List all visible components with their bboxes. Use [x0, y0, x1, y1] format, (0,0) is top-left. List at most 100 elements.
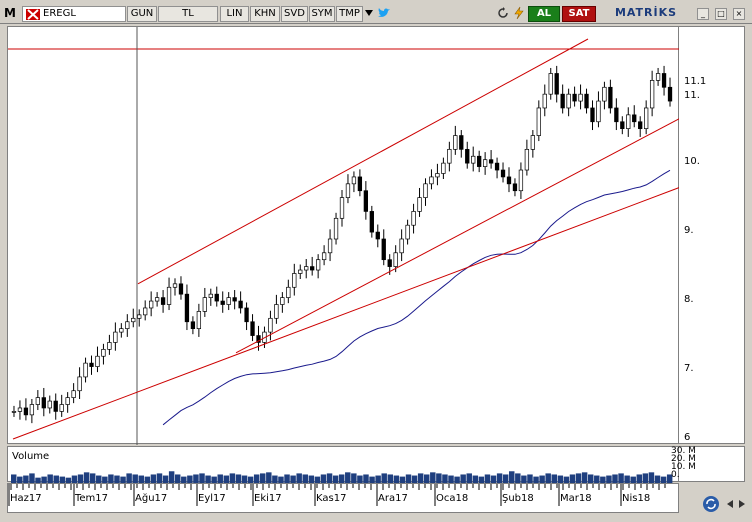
volume-bar	[521, 475, 527, 483]
scroll-left-icon[interactable]	[725, 498, 735, 510]
x-tick-label: Şub18	[502, 493, 534, 504]
brand-logo: MATRİKS	[614, 6, 678, 19]
candle-body	[399, 238, 404, 254]
scale-button[interactable]: LIN	[220, 6, 249, 22]
candle-body	[17, 407, 23, 412]
candle-body	[369, 211, 374, 233]
volume-bar	[132, 474, 138, 483]
candle-body	[614, 107, 619, 123]
volume-bar	[332, 475, 339, 483]
volume-bar	[648, 472, 655, 483]
refresh-icon[interactable]	[702, 495, 720, 513]
volume-bar	[618, 473, 624, 483]
volume-bar	[187, 475, 193, 483]
triangle-down-icon[interactable]	[363, 6, 375, 22]
candle-body	[417, 197, 422, 212]
volume-bar	[417, 473, 424, 483]
period-button[interactable]: GUN	[127, 6, 157, 22]
volume-bar	[229, 473, 236, 483]
y-tick-label: 11.	[684, 90, 700, 102]
volume-bar	[460, 474, 466, 483]
menu-button[interactable]: M	[2, 6, 18, 22]
candle-body	[602, 86, 607, 102]
candle-body	[524, 148, 530, 171]
candle-body	[29, 404, 35, 416]
candle-body	[500, 169, 506, 178]
svd-button[interactable]: SVD	[281, 6, 308, 22]
volume-bar	[193, 474, 199, 483]
refresh-icon[interactable]	[497, 6, 509, 22]
tmp-button[interactable]: TMP	[336, 6, 363, 22]
trend-line-2	[235, 117, 681, 354]
candle-body	[584, 93, 589, 109]
candle-body	[441, 162, 446, 174]
y-tick-label: 7.	[684, 363, 694, 375]
volume-bar	[260, 473, 266, 483]
volume-tick-label: 0.	[671, 470, 680, 480]
x-tick-label: Nis18	[622, 493, 651, 504]
volume-bar	[393, 475, 400, 483]
volume-bar	[594, 475, 600, 483]
buy-button[interactable]: AL	[528, 6, 560, 22]
volume-bar	[320, 474, 327, 483]
candle-body	[304, 266, 309, 271]
volume-bar	[387, 474, 394, 483]
candle-body	[131, 317, 136, 323]
symbol-field[interactable]: EREGL	[22, 6, 126, 22]
volume-bar	[71, 475, 78, 483]
candle-body	[202, 297, 207, 312]
volume-bar	[515, 473, 521, 483]
candle-body	[655, 73, 661, 81]
close-button[interactable]: ×	[733, 8, 745, 20]
candle-body	[596, 100, 601, 123]
minimize-button[interactable]: _	[697, 8, 709, 20]
candle-body	[405, 224, 410, 240]
volume-bar	[290, 475, 296, 483]
volume-bar	[162, 475, 169, 483]
candle-body	[351, 176, 357, 185]
volume-bar	[405, 474, 412, 483]
candle-body	[345, 183, 351, 198]
volume-chart[interactable]	[7, 446, 679, 483]
khn-button[interactable]: KHN	[250, 6, 280, 22]
y-tick-label: 8.	[684, 294, 694, 306]
candle-body	[268, 317, 273, 333]
volume-label: Volume	[12, 451, 50, 462]
candle-body	[280, 297, 285, 305]
candle-body	[667, 86, 673, 102]
volume-bar	[308, 475, 315, 483]
y-tick-label: 6	[684, 432, 691, 443]
volume-bar	[624, 475, 630, 483]
volume-bar	[448, 475, 454, 483]
sell-button[interactable]: SAT	[562, 6, 596, 22]
volume-bar	[77, 474, 84, 483]
volume-bar	[569, 474, 576, 483]
candle-body	[232, 297, 237, 302]
twitter-icon[interactable]	[377, 6, 391, 22]
volume-bar	[411, 475, 418, 483]
candle-body	[143, 307, 148, 316]
volume-bar	[606, 475, 612, 483]
volume-bar	[235, 474, 242, 483]
candle-body	[65, 397, 70, 405]
volume-bar	[430, 472, 436, 483]
price-chart[interactable]	[7, 26, 681, 445]
candle-body	[381, 238, 386, 261]
currency-button[interactable]: TL	[158, 6, 218, 22]
candle-body	[465, 148, 470, 164]
volume-bar	[466, 473, 472, 483]
price-chart-svg	[8, 27, 681, 445]
scroll-right-icon[interactable]	[737, 498, 747, 510]
candle-body	[160, 297, 166, 305]
maximize-button[interactable]: □	[715, 8, 727, 20]
candle-body	[339, 197, 345, 219]
candle-body	[459, 135, 464, 150]
volume-bar	[654, 475, 661, 483]
candle-body	[137, 314, 142, 319]
candle-body	[190, 321, 196, 330]
volume-bar	[581, 472, 588, 483]
symbol-label: EREGL	[43, 8, 76, 19]
lightning-icon[interactable]	[512, 6, 526, 22]
sym-button[interactable]: SYM	[309, 6, 335, 22]
volume-bar	[496, 473, 503, 483]
